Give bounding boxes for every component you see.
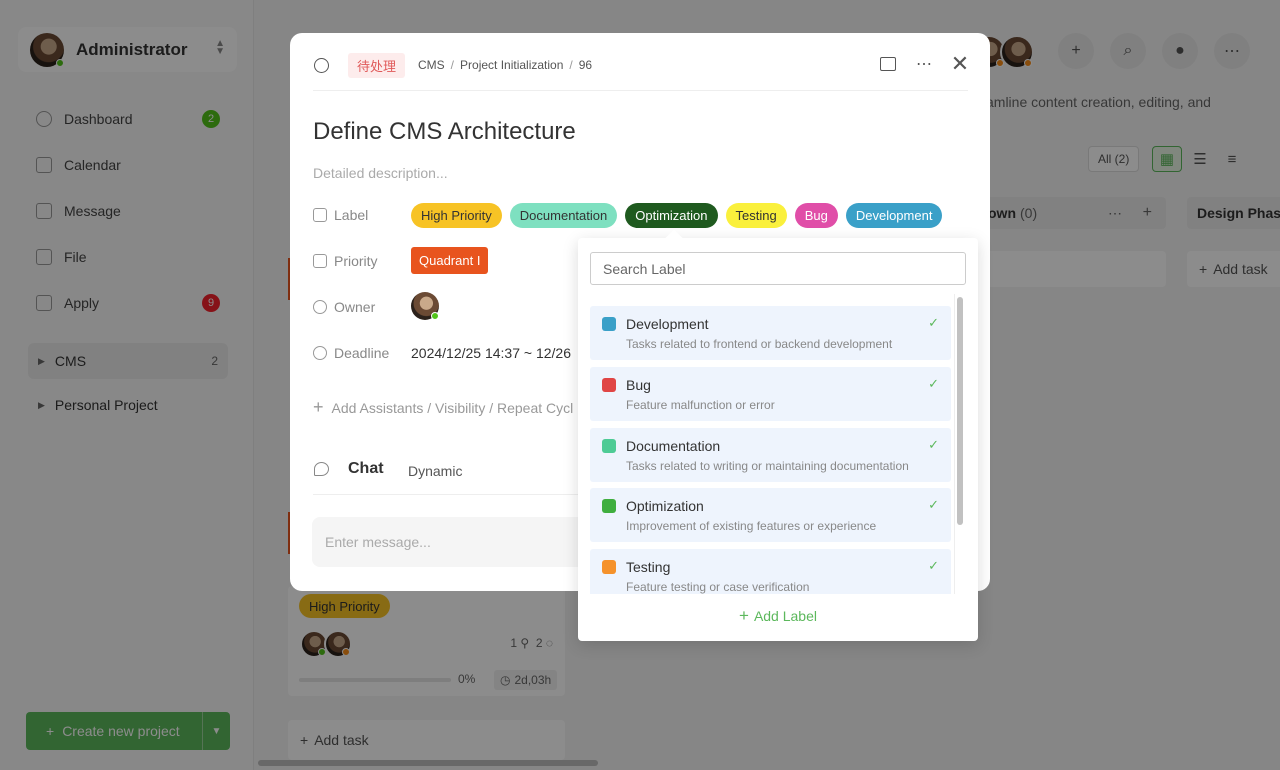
label-option-testing[interactable]: Testing Feature testing or case verifica… (590, 549, 951, 594)
chat-icon (314, 462, 329, 476)
label-list-scrollbar[interactable] (954, 294, 966, 594)
add-assistants-button[interactable]: + Add Assistants / Visibility / Repeat C… (313, 397, 573, 418)
label-search-input[interactable] (590, 252, 966, 285)
breadcrumb-item[interactable]: CMS (418, 58, 445, 72)
plus-icon: + (313, 397, 324, 417)
priority-icon (313, 254, 327, 268)
breadcrumb: CMS / Project Initialization / 96 (418, 58, 593, 72)
selected-labels[interactable]: High Priority Documentation Optimization… (411, 203, 943, 228)
color-swatch (602, 499, 616, 513)
label-tag[interactable]: Bug (794, 203, 838, 228)
owner-field-label: Owner (313, 299, 375, 315)
more-icon[interactable]: ⋯ (914, 53, 934, 75)
description-input[interactable]: Detailed description... (313, 165, 448, 181)
label-option-documentation[interactable]: Documentation Tasks related to writing o… (590, 428, 951, 482)
check-icon: ✓ (928, 376, 939, 391)
tab-chat[interactable]: Chat (348, 460, 384, 478)
breadcrumb-item[interactable]: Project Initialization (460, 58, 563, 72)
deadline-value[interactable]: 2024/12/25 14:37 ~ 12/26 (411, 345, 571, 361)
close-icon[interactable]: ✕ (950, 51, 970, 76)
label-tag[interactable]: Development (845, 203, 943, 228)
plus-icon: + (739, 606, 749, 625)
color-swatch (602, 560, 616, 574)
task-complete-toggle[interactable] (314, 58, 329, 73)
check-icon: ✓ (928, 497, 939, 512)
label-option-bug[interactable]: Bug Feature malfunction or error ✓ (590, 367, 951, 421)
task-title[interactable]: Define CMS Architecture (313, 118, 576, 146)
color-swatch (602, 378, 616, 392)
divider (313, 90, 968, 91)
label-dropdown: Development Tasks related to frontend or… (578, 229, 978, 641)
modal-toolbar: ⋯ ✕ (878, 51, 970, 76)
owner-avatar[interactable] (411, 292, 439, 320)
scrollbar-thumb[interactable] (957, 297, 963, 525)
check-icon: ✓ (928, 558, 939, 573)
priority-select[interactable]: Quadrant I (411, 247, 489, 274)
priority-field-label: Priority (313, 253, 378, 269)
color-swatch (602, 317, 616, 331)
tag-icon (313, 208, 327, 222)
check-icon: ✓ (928, 315, 939, 330)
label-tag[interactable]: Testing (725, 203, 787, 228)
tab-dynamic[interactable]: Dynamic (408, 463, 462, 479)
label-field-label: Label (313, 207, 368, 223)
expand-icon[interactable] (878, 53, 898, 75)
user-icon (313, 300, 327, 314)
label-options-list: Development Tasks related to frontend or… (590, 294, 966, 594)
label-option-development[interactable]: Development Tasks related to frontend or… (590, 306, 951, 360)
color-swatch (602, 439, 616, 453)
label-tag[interactable]: High Priority (411, 203, 502, 228)
breadcrumb-item: 96 (578, 58, 593, 72)
check-icon: ✓ (928, 437, 939, 452)
status-badge[interactable]: 待处理 (348, 53, 406, 78)
label-tag[interactable]: Documentation (509, 203, 618, 228)
add-label-button[interactable]: + Add Label (578, 602, 978, 630)
clock-icon (313, 346, 327, 360)
label-tag[interactable]: Optimization (625, 203, 718, 228)
label-option-optimization[interactable]: Optimization Improvement of existing fea… (590, 488, 951, 542)
deadline-field-label: Deadline (313, 345, 389, 361)
